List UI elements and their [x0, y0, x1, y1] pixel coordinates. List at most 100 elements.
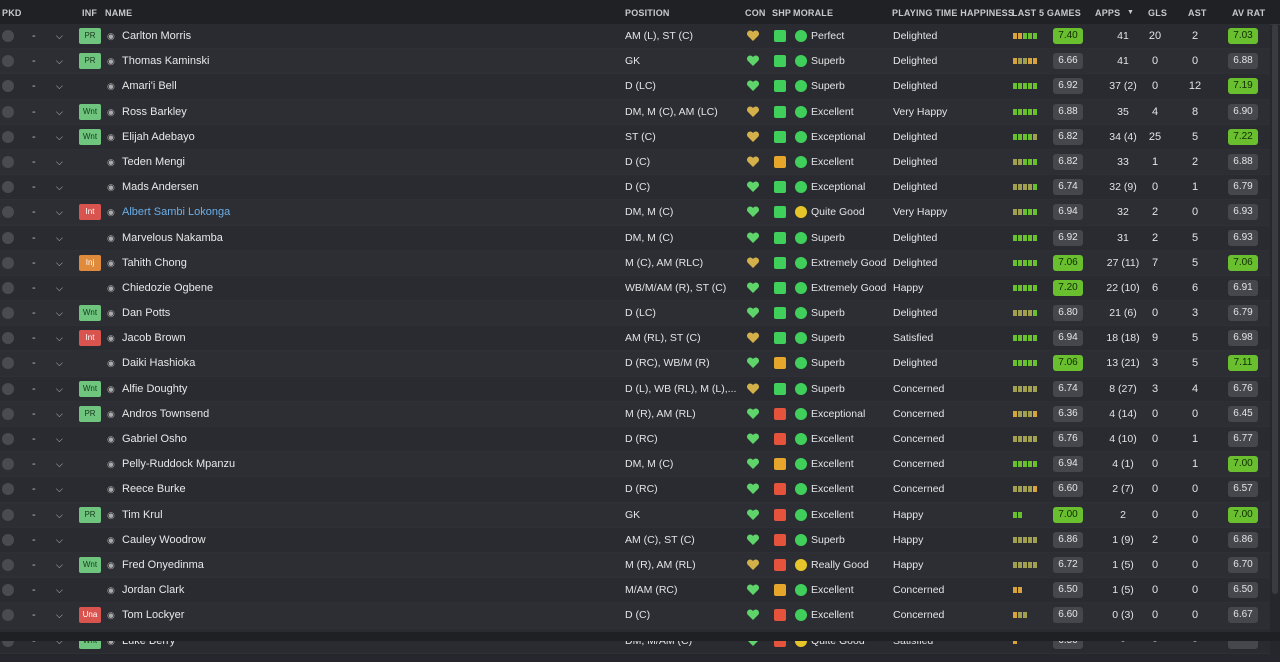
chevron-down-icon[interactable]: ⌵ [56, 503, 63, 527]
player-name[interactable]: Pelly-Ruddock Mpanzu [122, 452, 235, 476]
info-badge[interactable]: Wnt [79, 556, 101, 573]
table-row[interactable]: - ⌵ PR ◉ Thomas Kaminski GK Superb Delighted 6.6… [0, 49, 1270, 75]
selection-dropdown[interactable]: - [32, 427, 36, 451]
table-row[interactable]: - ⌵ ◉ Mads Andersen D (C) Exceptional Delighte… [0, 175, 1270, 201]
table-row[interactable]: - ⌵ ◉ Jordan Clark M/AM (RC) Excellent Concern… [0, 578, 1270, 604]
chevron-down-icon[interactable]: ⌵ [56, 377, 63, 401]
picked-toggle[interactable] [2, 609, 14, 622]
table-row[interactable]: - ⌵ Wnt ◉ Alfie Doughty D (L), WB (RL), M (L)… [0, 376, 1270, 402]
chevron-down-icon[interactable]: ⌵ [56, 578, 63, 602]
selection-dropdown[interactable]: - [32, 377, 36, 401]
col-inf[interactable]: INF [82, 8, 97, 18]
info-badge[interactable]: PR [79, 28, 101, 44]
table-row[interactable]: - ⌵ Wnt ◉ Elijah Adebayo ST (C) Exceptional Del… [0, 124, 1270, 150]
table-row[interactable]: - ⌵ Int ◉ Jacob Brown AM (RL), ST (C) Superb Sa… [0, 326, 1270, 352]
info-badge[interactable]: Wnt [79, 305, 101, 322]
table-row[interactable]: - ⌵ ◉ Cauley Woodrow AM (C), ST (C) Superb Hap… [0, 527, 1270, 553]
col-position[interactable]: POSITION [625, 8, 670, 18]
selection-dropdown[interactable]: - [32, 276, 36, 300]
player-name[interactable]: Dan Potts [122, 301, 170, 325]
info-badge[interactable]: PR [79, 405, 101, 422]
table-row[interactable]: - ⌵ ◉ Daiki Hashioka D (RC), WB/M (R) Superb D… [0, 351, 1270, 377]
selection-dropdown[interactable]: - [32, 578, 36, 602]
chevron-down-icon[interactable]: ⌵ [56, 326, 63, 350]
chevron-down-icon[interactable]: ⌵ [56, 251, 63, 275]
chevron-down-icon[interactable]: ⌵ [56, 276, 63, 300]
player-name[interactable]: Marvelous Nakamba [122, 226, 223, 250]
picked-toggle[interactable] [2, 105, 14, 118]
chevron-down-icon[interactable]: ⌵ [56, 49, 63, 73]
player-name[interactable]: Andros Townsend [122, 402, 209, 426]
player-name[interactable]: Jordan Clark [122, 578, 184, 602]
chevron-down-icon[interactable]: ⌵ [56, 100, 63, 124]
picked-toggle[interactable] [2, 231, 14, 244]
selection-dropdown[interactable]: - [32, 100, 36, 124]
table-row[interactable]: - ⌵ ◉ Teden Mengi D (C) Excellent Delighted 6.8… [0, 149, 1270, 176]
info-badge[interactable]: PR [79, 53, 101, 70]
picked-toggle[interactable] [2, 30, 14, 42]
selection-dropdown[interactable]: - [32, 125, 36, 149]
chevron-down-icon[interactable]: ⌵ [56, 528, 63, 552]
picked-toggle[interactable] [2, 407, 14, 420]
picked-toggle[interactable] [2, 433, 14, 445]
picked-toggle[interactable] [2, 307, 14, 320]
selection-dropdown[interactable]: - [32, 503, 36, 527]
table-row[interactable]: - ⌵ Wnt ◉ Dan Potts D (LC) Superb Delighted 6.80… [0, 301, 1270, 327]
selection-dropdown[interactable]: - [32, 326, 36, 350]
table-row[interactable]: - ⌵ PR ◉ Andros Townsend M (R), AM (RL) Except… [0, 401, 1270, 427]
player-name[interactable]: Mads Andersen [122, 175, 198, 199]
picked-toggle[interactable] [2, 155, 14, 168]
chevron-down-icon[interactable]: ⌵ [56, 553, 63, 577]
selection-dropdown[interactable]: - [32, 402, 36, 426]
info-badge[interactable]: PR [79, 506, 101, 523]
table-row[interactable]: - ⌵ ◉ Gabriel Osho D (RC) Excellent Concerned 6… [0, 427, 1270, 453]
col-morale[interactable]: MORALE [793, 8, 833, 18]
selection-dropdown[interactable]: - [32, 200, 36, 224]
player-name[interactable]: Chiedozie Ogbene [122, 276, 213, 300]
info-badge[interactable]: Wnt [79, 380, 101, 397]
table-row[interactable]: - ⌵ Una ◉ Tom Lockyer D (C) Excellent Concerned… [0, 603, 1270, 629]
info-badge[interactable]: Wnt [79, 103, 101, 120]
player-name[interactable]: Albert Sambi Lokonga [122, 200, 230, 224]
selection-dropdown[interactable]: - [32, 477, 36, 501]
picked-toggle[interactable] [2, 533, 14, 546]
chevron-down-icon[interactable]: ⌵ [56, 351, 63, 375]
chevron-down-icon[interactable]: ⌵ [56, 200, 63, 224]
selection-dropdown[interactable]: - [32, 528, 36, 552]
player-name[interactable]: Elijah Adebayo [122, 125, 195, 149]
chevron-down-icon[interactable]: ⌵ [56, 402, 63, 426]
player-name[interactable]: Fred Onyedinma [122, 553, 204, 577]
table-row[interactable]: - ⌵ Wnt ◉ Ross Barkley DM, M (C), AM (LC) Exce… [0, 99, 1270, 125]
player-name[interactable]: Reece Burke [122, 477, 186, 501]
table-row[interactable]: - ⌵ ◉ Reece Burke D (RC) Excellent Concerned 6.… [0, 477, 1270, 503]
selection-dropdown[interactable]: - [32, 24, 36, 48]
picked-toggle[interactable] [2, 483, 14, 496]
selection-dropdown[interactable]: - [32, 603, 36, 627]
col-pkd[interactable]: PKD [2, 8, 22, 18]
chevron-down-icon[interactable]: ⌵ [56, 74, 63, 98]
picked-toggle[interactable] [2, 281, 14, 294]
table-row[interactable]: - ⌵ PR ◉ Carlton Morris AM (L), ST (C) Perfect… [0, 24, 1270, 50]
picked-toggle[interactable] [2, 458, 14, 471]
picked-toggle[interactable] [2, 508, 14, 521]
player-name[interactable]: Teden Mengi [122, 150, 185, 174]
chevron-down-icon[interactable]: ⌵ [56, 427, 63, 451]
table-row[interactable]: - ⌵ Inj ◉ Tahith Chong M (C), AM (RLC) Extreme… [0, 250, 1270, 276]
table-row[interactable]: - ⌵ ◉ Chiedozie Ogbene WB/M/AM (R), ST (C) Ex… [0, 275, 1270, 302]
player-name[interactable]: Tom Lockyer [122, 603, 184, 627]
chevron-down-icon[interactable]: ⌵ [56, 301, 63, 325]
selection-dropdown[interactable]: - [32, 301, 36, 325]
col-avrat[interactable]: AV RAT [1232, 8, 1265, 18]
player-name[interactable]: Tim Krul [122, 503, 163, 527]
picked-toggle[interactable] [2, 382, 14, 395]
player-name[interactable]: Cauley Woodrow [122, 528, 206, 552]
selection-dropdown[interactable]: - [32, 351, 36, 375]
col-ast[interactable]: AST [1188, 8, 1207, 18]
table-row[interactable]: - ⌵ ◉ Pelly-Ruddock Mpanzu DM, M (C) Excellen… [0, 452, 1270, 478]
picked-toggle[interactable] [2, 130, 14, 143]
info-badge[interactable]: Una [79, 607, 101, 624]
info-badge[interactable]: Wnt [79, 128, 101, 145]
sort-desc-icon[interactable]: ▼ [1127, 9, 1134, 16]
table-row[interactable]: - ⌵ ◉ Amari'i Bell D (LC) Superb Delighted 6.92… [0, 74, 1270, 100]
selection-dropdown[interactable]: - [32, 251, 36, 275]
